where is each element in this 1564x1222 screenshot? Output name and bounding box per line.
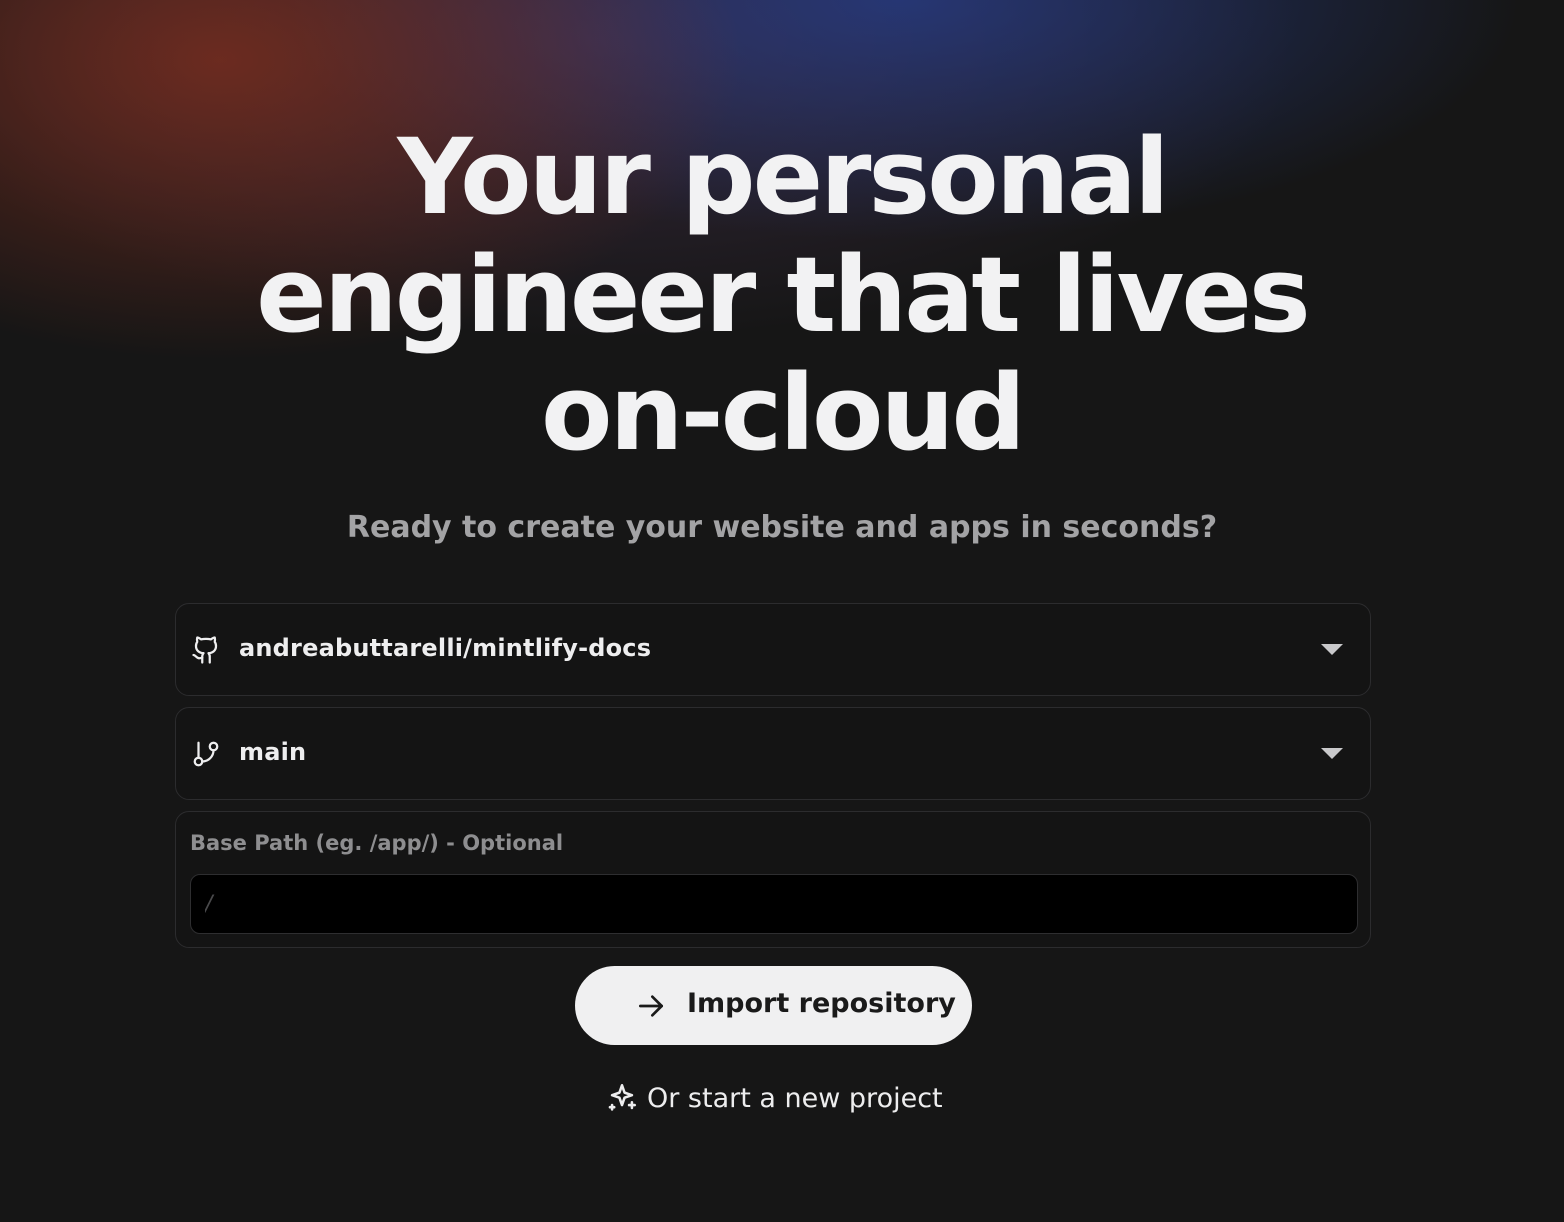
import-repository-label: Import repository: [687, 988, 956, 1019]
branch-select[interactable]: main: [175, 707, 1371, 800]
branch-value: main: [239, 738, 307, 766]
base-path-group: Base Path (eg. /app/) - Optional: [175, 811, 1371, 948]
new-project-link[interactable]: Or start a new project: [605, 1078, 943, 1118]
github-icon: [192, 636, 218, 664]
base-path-input[interactable]: [190, 874, 1358, 934]
chevron-down-icon: [1321, 748, 1343, 759]
page-subtitle: Ready to create your website and apps in…: [346, 510, 1218, 545]
import-repository-button[interactable]: Import repository: [575, 966, 972, 1045]
hero-section: Your personal engineer that lives on-clo…: [0, 118, 1564, 472]
sparkle-icon: [608, 1083, 637, 1111]
page-headline: Your personal engineer that lives on-clo…: [256, 116, 1311, 474]
chevron-down-icon: [1321, 644, 1343, 655]
repository-select[interactable]: andreabuttarelli/mintlify-docs: [175, 603, 1371, 696]
git-branch-icon: [193, 741, 219, 767]
new-project-label: Or start a new project: [647, 1082, 943, 1114]
base-path-label: Base Path (eg. /app/) - Optional: [190, 831, 564, 855]
arrow-right-icon: [639, 995, 663, 1017]
repository-value: andreabuttarelli/mintlify-docs: [239, 634, 652, 662]
